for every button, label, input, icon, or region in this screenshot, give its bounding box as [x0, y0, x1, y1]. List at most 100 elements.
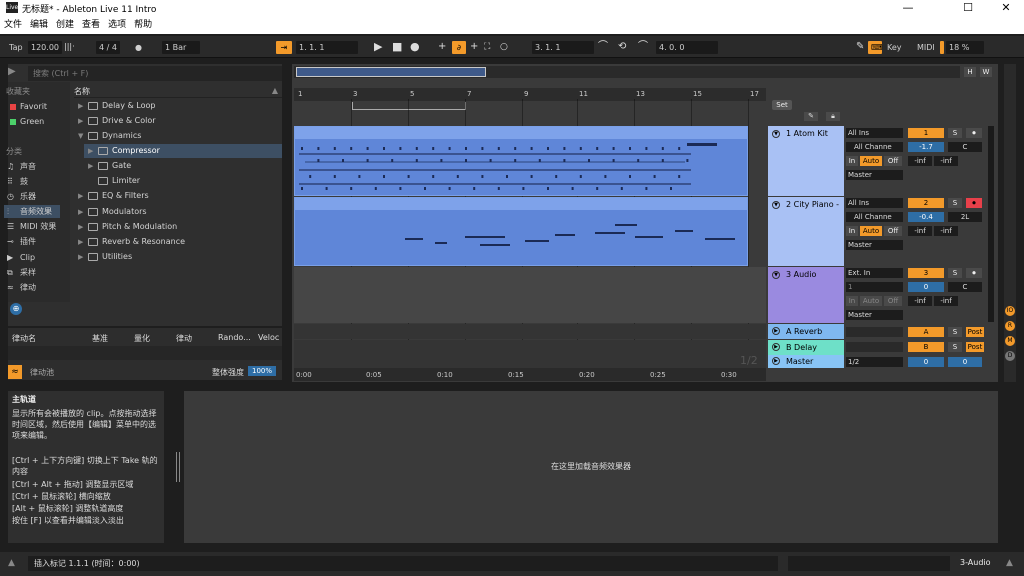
category-grooves[interactable]: ≈ 律动 — [4, 281, 60, 294]
monitor-in-button[interactable]: In — [846, 226, 858, 236]
browser-item[interactable]: ▶ Utilities — [74, 250, 282, 264]
lock-icon[interactable]: 🔒︎ — [826, 112, 840, 121]
minimize-button[interactable]: — — [886, 0, 930, 16]
monitor-off-button[interactable]: Off — [884, 156, 902, 166]
track-activator[interactable]: 3 — [908, 268, 944, 278]
solo-button[interactable]: S — [948, 327, 962, 337]
expand-arrow-icon[interactable]: ▶ — [78, 99, 83, 113]
category-plugins[interactable]: ⊸ 插件 — [4, 235, 60, 248]
pan-field[interactable]: C — [948, 142, 982, 152]
punch-out-icon[interactable]: ⌒ — [638, 40, 648, 54]
master-lane[interactable] — [294, 355, 766, 368]
info-toggle-icon[interactable]: ▲ — [8, 558, 20, 570]
time-ruler[interactable] — [294, 368, 766, 381]
post-button[interactable]: Post — [966, 327, 984, 337]
solo-button[interactable]: S — [948, 268, 962, 278]
session-record-icon[interactable]: ○ — [500, 40, 508, 54]
fold-track-icon[interactable]: ▼ — [772, 201, 780, 209]
menu-help[interactable]: 帮助 — [134, 16, 152, 34]
input-type-select[interactable]: All Ins — [846, 198, 903, 208]
track-name[interactable]: B Delay — [786, 343, 817, 352]
fold-track-icon[interactable]: ▶ — [772, 327, 780, 335]
set-button[interactable]: Set — [772, 100, 792, 110]
device-view[interactable]: 在这里加载音频效果器 — [184, 391, 998, 543]
solo-button[interactable]: S — [948, 128, 962, 138]
return-output-field[interactable] — [846, 327, 903, 337]
track-activator[interactable]: 2 — [908, 198, 944, 208]
category-samples[interactable]: ⧉ 采样 — [4, 266, 60, 279]
browser-item[interactable]: ▶ Gate — [84, 159, 282, 173]
output-select[interactable]: Master — [846, 240, 903, 250]
input-channel-select[interactable]: 1 — [846, 282, 903, 292]
track-header-3[interactable]: ▼ 3 Audio — [768, 267, 844, 323]
loop-start-field[interactable]: 3. 1. 1 — [532, 41, 594, 54]
monitor-auto-button[interactable]: Auto — [860, 156, 882, 166]
solo-button[interactable]: S — [948, 342, 962, 352]
splitter-handle[interactable] — [176, 452, 180, 482]
fold-track-icon[interactable]: ▶ — [772, 343, 780, 351]
arm-icon[interactable]: ⏺ — [966, 198, 982, 208]
return-lane-a[interactable] — [294, 324, 766, 339]
browser-item[interactable]: ▶ Delay & Loop — [74, 99, 282, 113]
key-map-button[interactable]: Key — [884, 41, 905, 54]
detail-toggle-icon[interactable]: ▲ — [1006, 558, 1013, 568]
loop-switch-icon[interactable]: ⟲ — [618, 40, 626, 54]
expand-arrow-icon[interactable]: ▶ — [88, 159, 93, 173]
quantize-menu[interactable]: 1 Bar — [162, 41, 200, 54]
menu-options[interactable]: 选项 — [108, 16, 126, 34]
capture-icon[interactable]: ⛶ — [484, 40, 490, 54]
return-header-b[interactable]: ▶ B Delay — [768, 340, 844, 355]
fold-track-icon[interactable]: ▼ — [772, 130, 780, 138]
monitor-off-button[interactable]: Off — [884, 296, 902, 306]
arm-icon[interactable]: ⏺ — [966, 268, 982, 278]
delay-toggle-icon[interactable]: D — [1005, 351, 1015, 361]
category-sounds[interactable]: ♫ 声音 — [4, 160, 60, 173]
post-button[interactable]: Post — [966, 342, 984, 352]
expand-arrow-icon[interactable]: ▶ — [78, 250, 83, 264]
arrangement-overview[interactable] — [294, 66, 960, 78]
category-clips[interactable]: ▶ Clip — [4, 251, 60, 264]
clip-city-piano[interactable] — [294, 197, 748, 266]
h-toggle-button[interactable]: H — [964, 67, 976, 77]
monitor-off-button[interactable]: Off — [884, 226, 902, 236]
input-channel-select[interactable]: All Channe — [846, 212, 903, 222]
menu-file[interactable]: 文件 — [4, 16, 22, 34]
loop-length-field[interactable]: 4. 0. 0 — [656, 41, 718, 54]
track-name[interactable]: Master — [786, 357, 813, 366]
browser-item[interactable]: ▶ EQ & Filters — [74, 189, 282, 203]
follow-button[interactable]: ⇥ — [276, 41, 292, 54]
menu-view[interactable]: 查看 — [82, 16, 100, 34]
return-lane-b[interactable] — [294, 340, 766, 355]
return-output-field[interactable] — [846, 342, 903, 352]
expand-arrow-icon[interactable]: ▶ — [78, 205, 83, 219]
clip-atom-kit[interactable] — [294, 126, 748, 196]
add-folder-icon[interactable]: ⊕ — [10, 303, 22, 315]
pan-field[interactable]: C — [948, 282, 982, 292]
global-amount-field[interactable]: 100% — [248, 366, 276, 376]
expand-arrow-icon[interactable]: ▼ — [78, 129, 83, 143]
category-midi-effects[interactable]: ☰ MIDI 效果 — [4, 220, 60, 233]
master-pan-field[interactable]: 0 — [948, 357, 982, 367]
clip-title-bar[interactable] — [295, 198, 747, 210]
category-drums[interactable]: ⠿ 鼓 — [4, 175, 60, 188]
clip-title-bar[interactable] — [295, 127, 747, 139]
expand-arrow-icon[interactable]: ▶ — [78, 220, 83, 234]
expand-arrow-icon[interactable]: ▶ — [88, 144, 93, 158]
fold-track-icon[interactable]: ▼ — [772, 271, 780, 279]
close-button[interactable]: ✕ — [984, 0, 1024, 16]
audio-track-lane[interactable] — [294, 267, 766, 323]
browser-item[interactable]: ▶ Pitch & Modulation — [74, 220, 282, 234]
automation-arm-button[interactable]: ∂ — [452, 41, 466, 54]
browser-item[interactable]: ▼ Dynamics — [74, 129, 282, 143]
midi-map-button[interactable]: MIDI — [914, 41, 938, 54]
groove-hot-swap-icon[interactable]: ≈ — [8, 365, 22, 379]
output-select[interactable]: Master — [846, 170, 903, 180]
browser-column-header[interactable]: 名称 ▲ — [74, 86, 282, 98]
browser-item-selected[interactable]: ▶ Compressor — [84, 144, 282, 158]
browser-search-input[interactable]: 搜索 (Ctrl + F) — [28, 66, 282, 81]
monitor-auto-button[interactable]: Auto — [860, 296, 882, 306]
metronome-button[interactable]: ● — [132, 41, 145, 54]
w-toggle-button[interactable]: W — [980, 67, 992, 77]
browser-toggle-icon[interactable]: ▶ — [8, 66, 24, 80]
arm-icon[interactable]: ⏺ — [966, 128, 982, 138]
